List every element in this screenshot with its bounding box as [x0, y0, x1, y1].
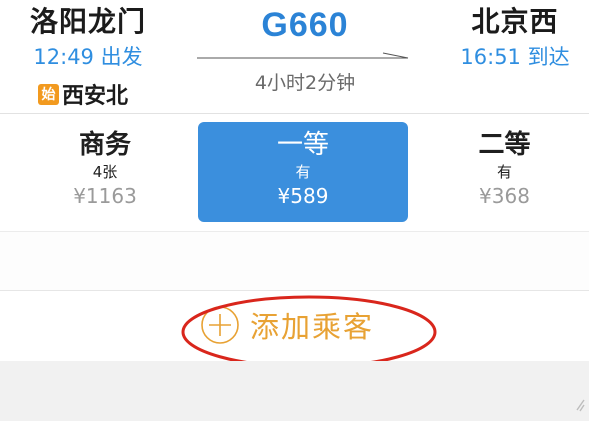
drag-handle-icon: [576, 399, 585, 412]
seat-price: ¥1163: [73, 184, 137, 208]
faded-row: [0, 232, 589, 290]
arrival-time: 16:51 到达: [460, 45, 570, 69]
add-passenger-label: 添加乘客: [250, 310, 375, 344]
add-passenger-row: 添加乘客: [0, 291, 589, 361]
seat-class-selector: 商务 4张 ¥1163 一等 有 ¥589 二等 有 ¥368: [0, 114, 589, 230]
departure-block: 洛阳龙门 12:49 出发: [26, 4, 150, 70]
arrival-block: 北京西 16:51 到达: [448, 4, 582, 70]
seat-class-name: 一等: [276, 130, 329, 160]
seat-price: ¥368: [479, 184, 530, 208]
origin-info: 始 西安北: [38, 78, 128, 110]
seat-availability: 4张: [92, 163, 118, 181]
arrival-station: 北京西: [471, 5, 559, 38]
footer-area: [0, 361, 589, 421]
origin-badge: 始: [38, 83, 59, 105]
trip-header: 洛阳龙门 12:49 出发 始 西安北 G660 4小时2分钟 北京西 16:5…: [0, 0, 589, 112]
add-passenger-button[interactable]: 添加乘客: [200, 301, 374, 349]
seat-price: ¥589: [277, 184, 329, 208]
seat-availability: 有: [496, 163, 512, 181]
train-number: G660: [261, 6, 349, 44]
trip-duration: 4小时2分钟: [254, 72, 356, 94]
departure-time: 12:49 出发: [33, 45, 143, 69]
seat-availability: 有: [295, 163, 311, 181]
seat-class-name: 商务: [78, 130, 131, 160]
seat-option-business[interactable]: 商务 4张 ¥1163: [0, 122, 210, 222]
departure-station: 洛阳龙门: [29, 5, 146, 38]
seat-option-second-class[interactable]: 二等 有 ¥368: [420, 122, 589, 222]
seat-option-first-class[interactable]: 一等 有 ¥589: [198, 122, 408, 222]
origin-station: 西安北: [62, 84, 129, 109]
seat-class-name: 二等: [478, 130, 531, 160]
arrow-right-icon: [197, 52, 409, 59]
plus-circle-icon: [201, 306, 239, 344]
